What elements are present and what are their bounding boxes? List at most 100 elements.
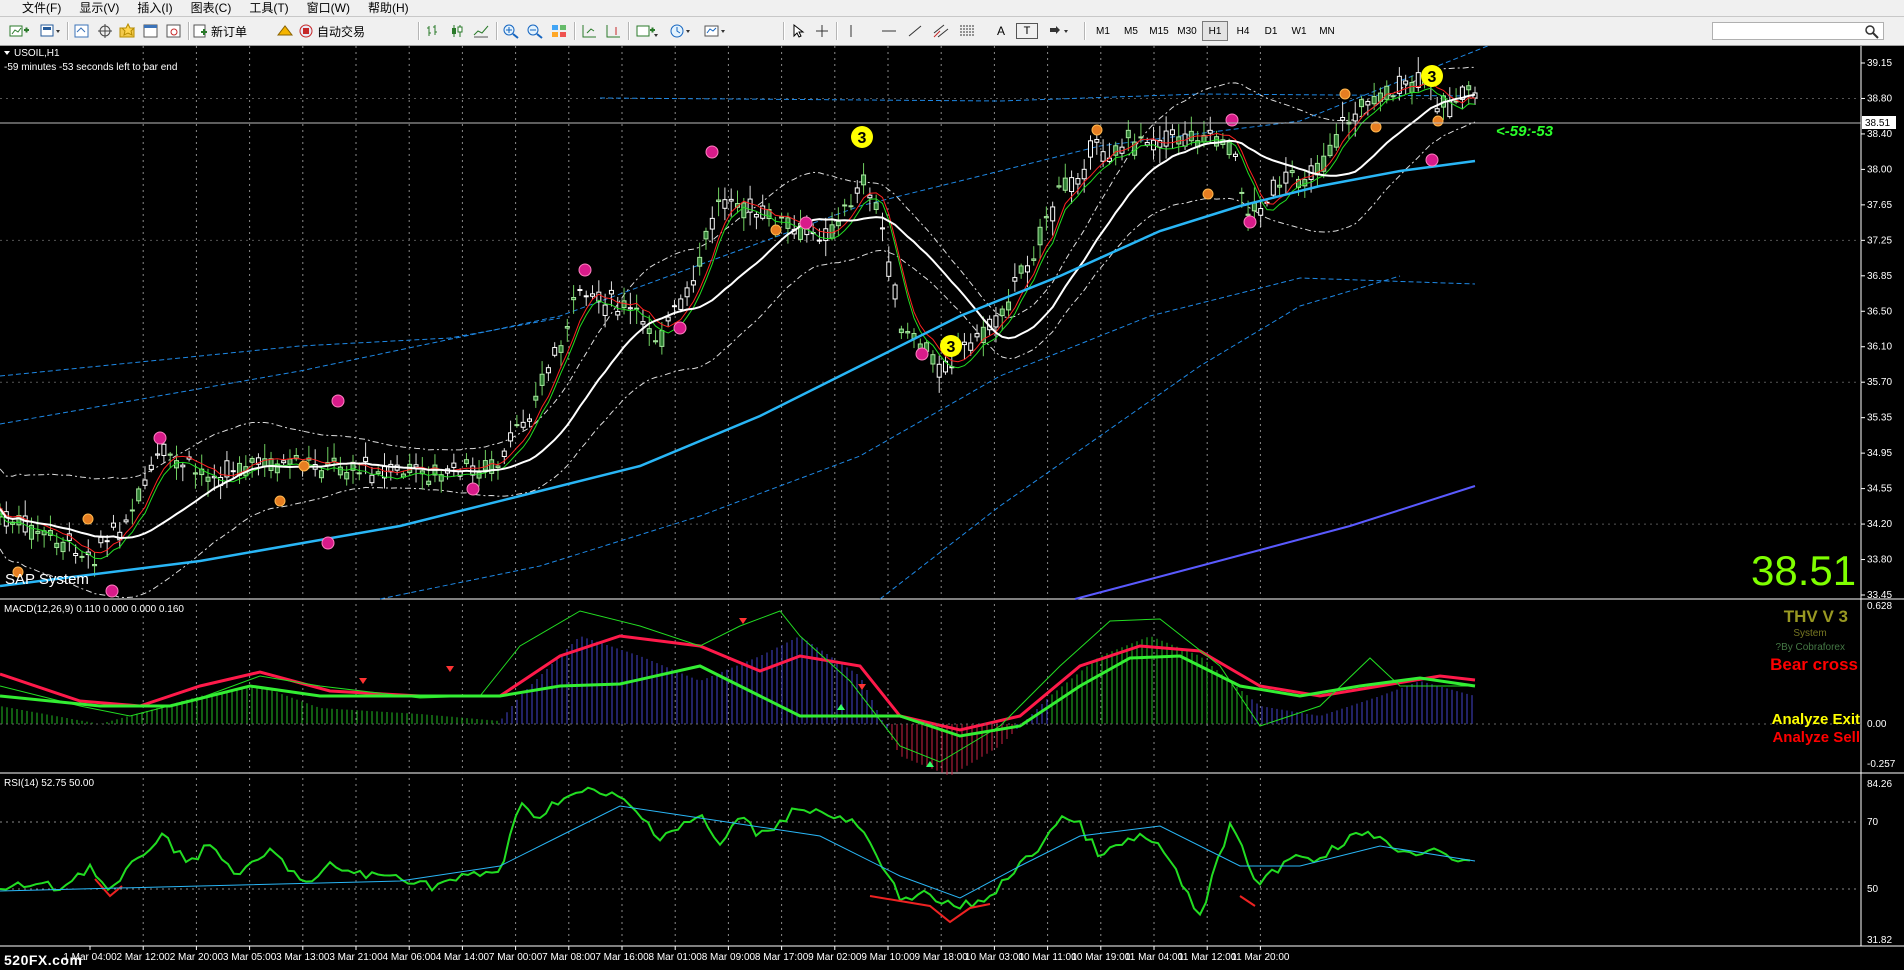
- menu-item-4[interactable]: 工具(T): [240, 0, 297, 16]
- templates-icon[interactable]: [700, 20, 730, 42]
- timeframe-m30[interactable]: M30: [1174, 21, 1200, 41]
- candle-body: [1056, 185, 1062, 188]
- auto-trading-icon[interactable]: [274, 20, 296, 42]
- candle-body: [703, 230, 709, 240]
- text-label-icon[interactable]: T: [1016, 23, 1038, 39]
- candle-body: [1289, 170, 1295, 174]
- candle-body: [1094, 138, 1100, 143]
- candle-body: [665, 316, 671, 322]
- cursor-icon[interactable]: [787, 20, 809, 42]
- tile-windows-icon[interactable]: [548, 20, 570, 42]
- periods-icon[interactable]: [666, 20, 696, 42]
- candle-body: [337, 466, 343, 476]
- price-label: 33.45: [1867, 590, 1892, 601]
- candle-body: [463, 459, 469, 465]
- search-icon[interactable]: [1862, 21, 1882, 43]
- price-label: 35.35: [1867, 413, 1892, 424]
- time-label: 10 Mar 19:00: [1071, 952, 1130, 963]
- chart-shift-icon[interactable]: [602, 20, 624, 42]
- channel-icon[interactable]: [930, 20, 952, 42]
- arrows-icon[interactable]: [1044, 20, 1074, 42]
- vertical-line-icon[interactable]: [840, 20, 862, 42]
- toolbar-separator: [1084, 22, 1086, 40]
- candle-body: [526, 418, 532, 422]
- rsi-tick-label: 31.82: [1867, 935, 1892, 946]
- zoom-out-icon[interactable]: [524, 20, 546, 42]
- rsi-tick-label: 84.26: [1867, 779, 1892, 790]
- time-label: 11 Mar 20:00: [1231, 952, 1290, 963]
- candle-body: [615, 310, 621, 316]
- fibonacci-icon[interactable]: [956, 20, 978, 42]
- candle-body: [104, 540, 110, 543]
- candle-body: [1403, 80, 1409, 85]
- new-chart-icon[interactable]: [4, 20, 34, 42]
- candle-body: [1232, 153, 1238, 157]
- thv-system: System: [1793, 628, 1826, 639]
- crosshair-nav-icon[interactable]: [94, 20, 116, 42]
- candle-body: [1270, 179, 1276, 196]
- candle-body: [318, 470, 324, 479]
- menu-item-5[interactable]: 窗口(W): [298, 0, 359, 16]
- bar-timer-label: -59 minutes -53 seconds left to bar end: [4, 62, 177, 73]
- candle-body: [224, 460, 230, 478]
- time-label: 3 Mar 13:00: [276, 952, 330, 963]
- timeframe-w1[interactable]: W1: [1286, 21, 1312, 41]
- candle-body: [1012, 277, 1018, 282]
- auto-scroll-icon[interactable]: [578, 20, 600, 42]
- profiles-icon[interactable]: [36, 20, 64, 42]
- menu-item-0[interactable]: 文件(F): [0, 0, 70, 16]
- favorites-icon[interactable]: [117, 20, 139, 42]
- search-input[interactable]: [1712, 22, 1884, 40]
- orange-signal-marker: [1339, 88, 1351, 100]
- timeframe-m5[interactable]: M5: [1118, 21, 1144, 41]
- candle-body: [829, 224, 835, 239]
- horizontal-line-icon[interactable]: [878, 20, 900, 42]
- line-chart-icon[interactable]: [470, 20, 492, 42]
- indicators-icon[interactable]: [632, 20, 662, 42]
- price-label: 38.40: [1867, 129, 1892, 140]
- menu-item-3[interactable]: 图表(C): [182, 0, 241, 16]
- bar-chart-icon[interactable]: [422, 20, 444, 42]
- timeframe-h1[interactable]: H1: [1202, 21, 1228, 41]
- candle-body: [653, 340, 659, 343]
- timeframe-m1[interactable]: M1: [1090, 21, 1116, 41]
- candle-body: [1226, 141, 1232, 156]
- time-label: 3 Mar 05:00: [223, 952, 277, 963]
- candle-body: [1100, 151, 1106, 162]
- strategy-tester-icon[interactable]: [163, 20, 185, 42]
- candle-body: [854, 187, 860, 194]
- candle-body: [148, 464, 154, 470]
- candle-body: [659, 330, 665, 347]
- candle-body: [501, 450, 507, 458]
- candle-body: [1434, 108, 1440, 113]
- candle-body: [1031, 258, 1037, 261]
- timeframe-m15[interactable]: M15: [1146, 21, 1172, 41]
- price-label: 39.15: [1867, 58, 1892, 69]
- text-tool-icon[interactable]: A: [990, 20, 1012, 42]
- timeframe-mn[interactable]: MN: [1314, 21, 1340, 41]
- chart-window[interactable]: 38.51 39.15 38.80 38.40 38.00 37.65 37.25 36.8…: [0, 46, 1904, 970]
- candle-body: [1169, 129, 1175, 136]
- crosshair-icon[interactable]: [811, 20, 833, 42]
- candlestick-icon[interactable]: [446, 20, 468, 42]
- auto-trade-button[interactable]: 自动交易: [298, 20, 386, 42]
- menu-item-6[interactable]: 帮助(H): [359, 0, 418, 16]
- symbol-label: USOIL,H1: [14, 48, 60, 59]
- candle-body: [640, 321, 646, 325]
- menu-item-2[interactable]: 插入(I): [128, 0, 181, 16]
- terminal-icon[interactable]: [140, 20, 162, 42]
- zoom-in-icon[interactable]: [500, 20, 522, 42]
- trendline-icon[interactable]: [904, 20, 926, 42]
- timeframe-h4[interactable]: H4: [1230, 21, 1256, 41]
- timeframe-d1[interactable]: D1: [1258, 21, 1284, 41]
- new-order-button[interactable]: 新订单: [192, 20, 272, 42]
- candle-body: [684, 287, 690, 298]
- rsi-tick-label: 70: [1867, 817, 1879, 828]
- candle-body: [1006, 301, 1012, 311]
- candle-body: [1302, 179, 1308, 187]
- candle-body: [356, 472, 362, 475]
- candle-body: [230, 470, 236, 473]
- candle-body: [835, 220, 841, 227]
- market-watch-icon[interactable]: [71, 20, 93, 42]
- menu-item-1[interactable]: 显示(V): [70, 0, 128, 16]
